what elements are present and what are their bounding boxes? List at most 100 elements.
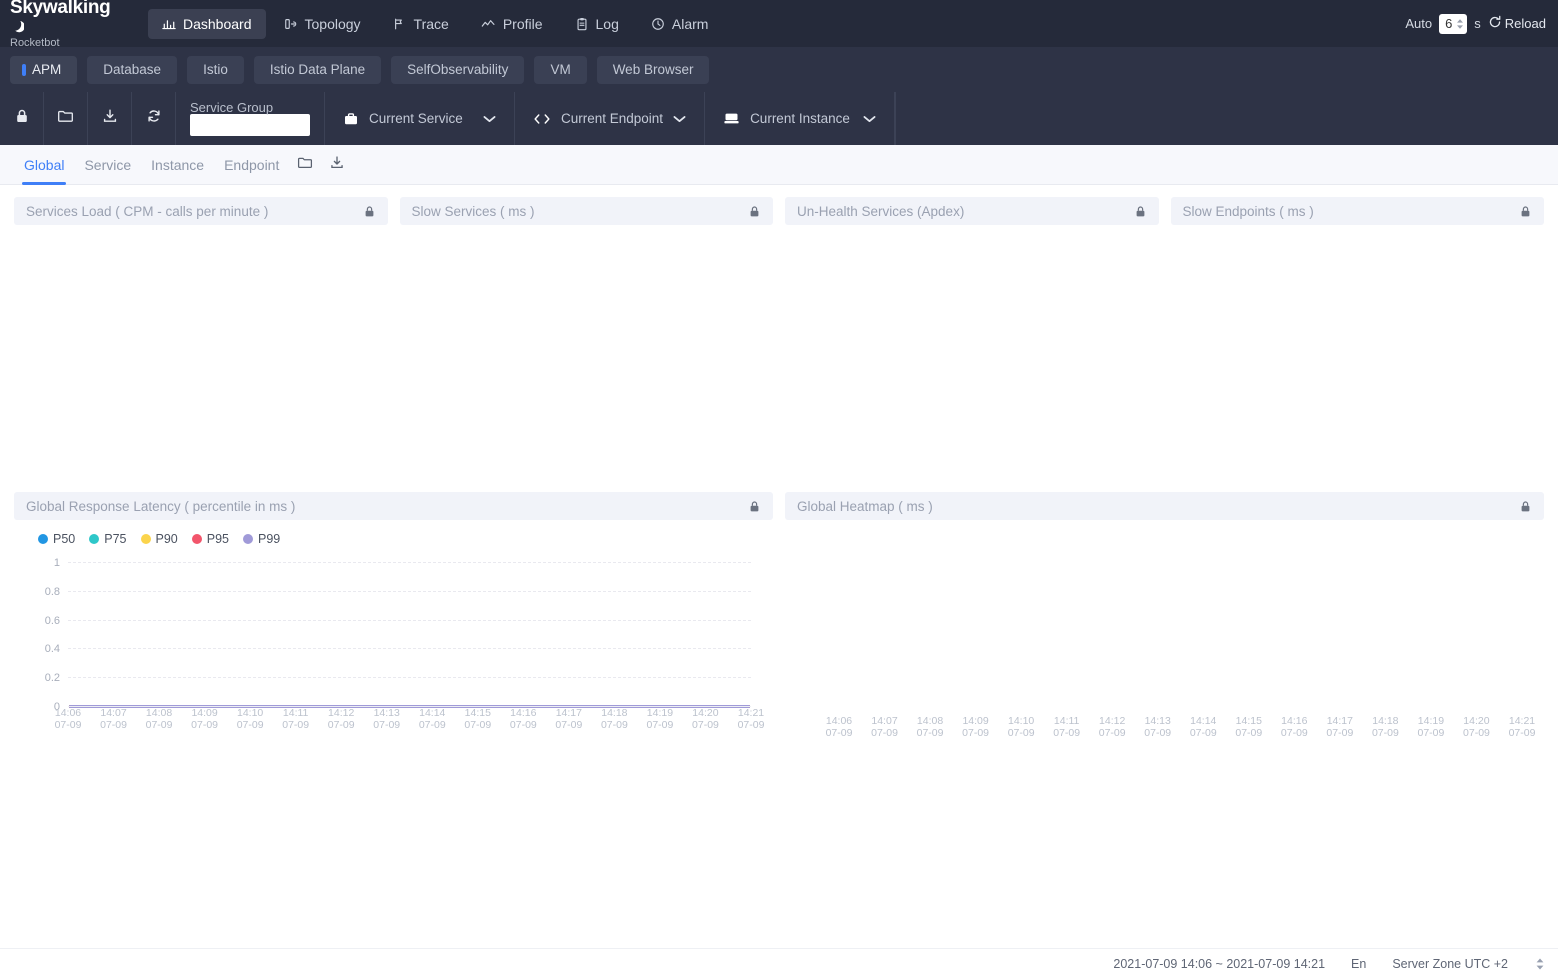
alarm-icon [651, 17, 665, 31]
language-selector[interactable]: En [1351, 957, 1366, 971]
lock-icon[interactable] [1519, 205, 1532, 218]
lock-icon[interactable] [1519, 500, 1532, 513]
service-group-input[interactable] [190, 114, 310, 136]
current-instance-select[interactable]: Current Instance [705, 92, 896, 145]
x-tick-time: 14:07 [871, 715, 898, 727]
toolbar-spacer [895, 92, 1558, 145]
x-axis-tick-label: 14:19 07-09 [1417, 715, 1445, 739]
x-tick-date: 07-09 [327, 718, 355, 731]
widget-body [14, 225, 388, 480]
timezone-label: Server Zone UTC +2 [1392, 956, 1508, 971]
spinner-arrows-icon[interactable] [1534, 956, 1546, 972]
auto-interval-input[interactable]: 6 [1439, 13, 1468, 34]
category-tab-label-istio-data-plane: Istio Data Plane [269, 62, 366, 77]
widget-unhealth-services: Un-Health Services (Apdex) [785, 197, 1159, 480]
lock-icon[interactable] [363, 205, 376, 218]
widget-title: Un-Health Services (Apdex) [797, 203, 965, 219]
x-tick-time: 14:10 [1007, 715, 1035, 727]
tab-instance[interactable]: Instance [141, 145, 214, 185]
x-tick-date: 07-09 [373, 718, 401, 731]
widget-header: Services Load ( CPM - calls per minute ) [14, 197, 388, 225]
reload-button[interactable]: Reload [1488, 15, 1546, 32]
current-service-label: Current Service [369, 111, 463, 126]
x-tick-time: 14:09 [191, 707, 218, 719]
nav-item-profile[interactable]: Profile [467, 9, 557, 39]
time-range-label[interactable]: 2021-07-09 14:06 ~ 2021-07-09 14:21 [1113, 957, 1325, 971]
profile-icon [481, 17, 496, 31]
x-axis-tick-label: 14:11 07-09 [282, 707, 309, 731]
x-tick-time: 14:13 [1144, 715, 1171, 727]
x-tick-time: 14:11 [282, 707, 309, 719]
x-axis-tick-label: 14:21 07-09 [1509, 715, 1536, 739]
legend-color-swatch [191, 534, 202, 544]
current-service-select[interactable]: Current Service [325, 92, 515, 145]
x-axis-tick-label: 14:14 07-09 [419, 707, 446, 731]
nav-item-log[interactable]: Log [561, 9, 633, 39]
y-axis-tick-label: 0.8 [44, 585, 60, 598]
legend-label: P50 [53, 532, 76, 546]
category-tab-istio[interactable]: Istio [187, 55, 244, 84]
legend-item-p95[interactable]: P95 [191, 532, 229, 546]
x-tick-time: 14:13 [373, 707, 400, 719]
x-tick-date: 07-09 [646, 718, 674, 731]
x-tick-date: 07-09 [145, 718, 173, 731]
category-tab-vm[interactable]: VM [534, 55, 587, 84]
nav-item-trace[interactable]: Trace [379, 9, 463, 39]
x-tick-date: 07-09 [916, 726, 944, 739]
x-axis-tick-label: 14:16 07-09 [1281, 715, 1308, 739]
legend-label: P75 [104, 532, 127, 546]
x-tick-time: 14:19 [1417, 715, 1445, 727]
dashboard-content: Services Load ( CPM - calls per minute )… [0, 185, 1558, 760]
legend-label: P95 [206, 532, 229, 546]
spinner-arrows-icon[interactable] [1455, 17, 1465, 31]
legend-color-swatch [89, 534, 100, 544]
category-tab-istio-data-plane[interactable]: Istio Data Plane [253, 55, 382, 84]
nav-item-topology[interactable]: Topology [270, 9, 375, 39]
legend-item-p50[interactable]: P50 [38, 532, 75, 546]
active-indicator-icon [22, 63, 26, 76]
category-tab-label-apm: APM [32, 62, 62, 77]
reload-icon [1488, 15, 1502, 32]
service-group-field: Service Group [176, 92, 325, 145]
category-tab-label-vm: VM [550, 62, 571, 77]
tab-endpoint[interactable]: Endpoint [214, 145, 289, 185]
x-tick-date: 07-09 [737, 718, 765, 731]
legend-item-p90[interactable]: P90 [140, 532, 178, 546]
tab-global[interactable]: Global [14, 145, 74, 185]
tab-export-button[interactable] [321, 155, 353, 175]
y-gridline: 0.2 [45, 672, 751, 684]
top-navigation-bar: Skywalking Rocketbot Dashboard Topology … [0, 0, 1558, 50]
tab-service[interactable]: Service [74, 145, 141, 185]
category-tab-apm[interactable]: APM [10, 55, 78, 84]
widget-global-heatmap: Global Heatmap ( ms ) 14:06 07-09 14:07 07-… [785, 492, 1544, 760]
lock-icon[interactable] [748, 500, 761, 513]
current-endpoint-select[interactable]: Current Endpoint [515, 92, 706, 145]
nav-item-alarm[interactable]: Alarm [637, 9, 723, 39]
export-button[interactable] [88, 92, 132, 145]
lock-icon[interactable] [748, 205, 761, 218]
category-tab-selfobservability[interactable]: SelfObservability [391, 55, 525, 84]
widget-header: Global Heatmap ( ms ) [785, 492, 1544, 520]
x-axis-tick-label: 14:13 07-09 [373, 707, 401, 731]
dashboard-scope-tabs: Global Service Instance Endpoint [0, 145, 1558, 185]
brand-logo[interactable]: Skywalking Rocketbot [10, 0, 120, 50]
x-axis-tick-label: 14:15 07-09 [464, 707, 491, 731]
lock-icon[interactable] [1134, 205, 1147, 218]
nav-label-trace: Trace [413, 15, 449, 32]
category-tab-database[interactable]: Database [87, 55, 178, 84]
x-axis-tick-label: 14:20 07-09 [692, 707, 719, 731]
reset-button[interactable] [132, 92, 176, 145]
folder-button[interactable] [44, 92, 88, 145]
lock-button[interactable] [0, 92, 44, 145]
legend-item-p75[interactable]: P75 [89, 532, 127, 546]
nav-item-dashboard[interactable]: Dashboard [148, 8, 266, 39]
category-tab-label-web-browser: Web Browser [612, 62, 694, 77]
legend-item-p99[interactable]: P99 [243, 532, 280, 546]
category-tab-web-browser[interactable]: Web Browser [596, 55, 710, 84]
x-tick-time: 14:12 [328, 707, 355, 719]
tab-folder-button[interactable] [289, 155, 321, 175]
x-axis-tick-label: 14:19 07-09 [646, 707, 674, 731]
widget-body [400, 225, 774, 480]
server-icon [723, 111, 740, 126]
lock-icon [14, 108, 30, 129]
